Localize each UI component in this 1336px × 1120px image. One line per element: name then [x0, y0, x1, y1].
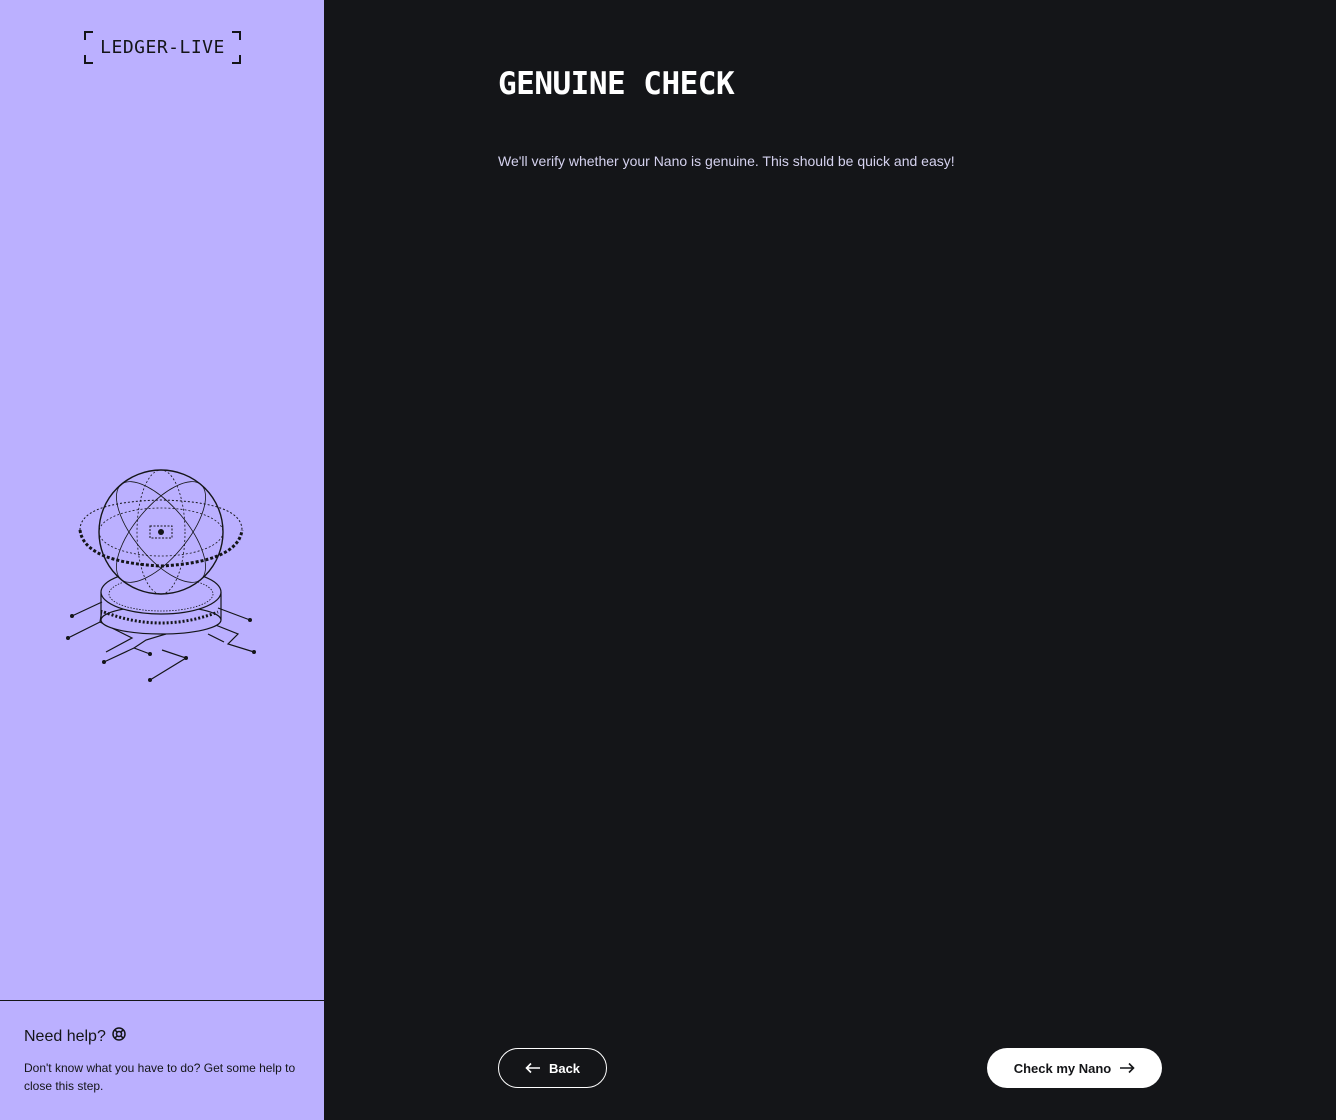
help-description: Don't know what you have to do? Get some… [24, 1061, 296, 1093]
help-divider [0, 1000, 324, 1001]
page-title: GENUINE CHECK [498, 66, 735, 102]
back-button[interactable]: Back [498, 1048, 607, 1088]
logo-text: LEDGER-LIVE [100, 37, 225, 58]
need-help-link[interactable]: Need help? [24, 1027, 126, 1046]
arrow-right-icon [1119, 1062, 1135, 1074]
ledger-live-logo: LEDGER-LIVE [84, 31, 241, 64]
genuine-check-orb-icon [58, 462, 264, 688]
help-title: Need help? [24, 1027, 106, 1045]
lifebuoy-icon [112, 1027, 126, 1046]
sidebar: LEDGER-LIVE Need help? Don't know what y… [0, 0, 324, 1120]
check-my-nano-label: Check my Nano [1013, 1060, 1112, 1076]
page-description: We'll verify whether your Nano is genuin… [498, 153, 955, 169]
main-panel: GENUINE CHECK We'll verify whether your … [324, 0, 1336, 1120]
back-label: Back [548, 1060, 581, 1076]
arrow-left-icon [525, 1062, 541, 1074]
check-my-nano-button[interactable]: Check my Nano [987, 1048, 1162, 1088]
